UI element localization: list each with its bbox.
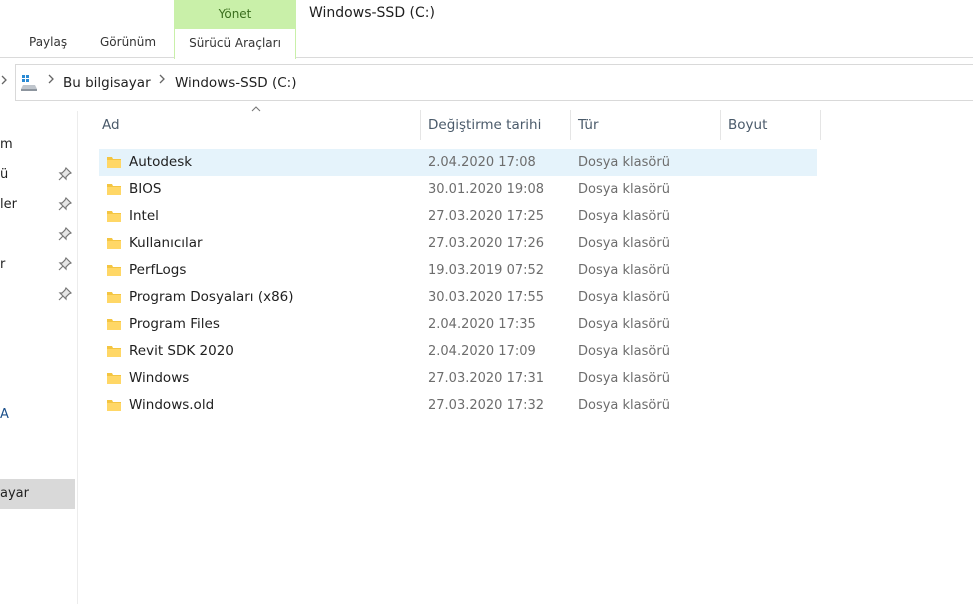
file-type: Dosya klasörü xyxy=(578,398,670,413)
file-name: BIOS xyxy=(129,181,162,197)
folder-icon xyxy=(106,236,122,250)
column-divider[interactable] xyxy=(720,110,721,140)
file-type: Dosya klasörü xyxy=(578,236,670,251)
file-type: Dosya klasörü xyxy=(578,155,670,170)
folder-icon xyxy=(106,263,122,277)
pin-icon xyxy=(58,226,73,241)
file-type: Dosya klasörü xyxy=(578,317,670,332)
file-date: 30.01.2020 19:08 xyxy=(428,182,545,197)
table-row[interactable]: Kullanıcılar 27.03.2020 17:26 Dosya klasör… xyxy=(99,230,817,257)
file-name: Program Files xyxy=(129,316,220,332)
file-type: Dosya klasörü xyxy=(578,182,670,197)
manage-context-header[interactable]: Yönet xyxy=(174,0,296,29)
table-row[interactable]: Autodesk 2.04.2020 17:08 Dosya klasörü xyxy=(99,149,817,176)
column-header-name[interactable]: Ad xyxy=(96,110,420,140)
nav-item-label[interactable]: r xyxy=(0,257,5,272)
file-date: 19.03.2019 07:52 xyxy=(428,263,545,278)
breadcrumb-drive[interactable]: Windows-SSD (C:) xyxy=(175,75,296,91)
file-name: Autodesk xyxy=(129,154,193,170)
breadcrumb-separator-icon[interactable] xyxy=(158,73,166,89)
table-row[interactable]: Program Files 2.04.2020 17:35 Dosya klasör… xyxy=(99,311,817,338)
file-date: 2.04.2020 17:09 xyxy=(428,344,536,359)
address-bar[interactable]: Bu bilgisayar Windows-SSD (C:) xyxy=(15,64,973,101)
file-name: Revit SDK 2020 xyxy=(129,343,234,359)
file-date: 27.03.2020 17:26 xyxy=(428,236,545,251)
pin-icon xyxy=(58,286,73,301)
folder-icon xyxy=(106,155,122,169)
column-divider[interactable] xyxy=(420,110,421,140)
file-name: Windows.old xyxy=(129,397,215,413)
file-list: Autodesk 2.04.2020 17:08 Dosya klasörü BIOS… xyxy=(99,149,817,419)
file-type: Dosya klasörü xyxy=(578,209,670,224)
folder-icon xyxy=(106,398,122,412)
file-date: 30.03.2020 17:55 xyxy=(428,290,545,305)
folder-icon xyxy=(106,182,122,196)
file-name: Intel xyxy=(129,208,159,224)
window-title: Windows-SSD (C:) xyxy=(309,5,435,21)
table-row[interactable]: Revit SDK 2020 2.04.2020 17:09 Dosya klasö… xyxy=(99,338,817,365)
ribbon: Yönet Paylaş Görünüm Sürücü Araçları Win… xyxy=(0,0,973,59)
column-header-date[interactable]: Değiştirme tarihi xyxy=(422,110,570,140)
file-name: Windows xyxy=(129,370,190,386)
file-type: Dosya klasörü xyxy=(578,263,670,278)
pin-icon xyxy=(58,256,73,271)
file-type: Dosya klasörü xyxy=(578,344,670,359)
file-date: 27.03.2020 17:32 xyxy=(428,398,545,413)
file-name: Kullanıcılar xyxy=(129,235,203,251)
column-header-size[interactable]: Boyut xyxy=(722,110,820,140)
file-date: 2.04.2020 17:08 xyxy=(428,155,536,170)
navigation-pane: m ü ler r A ayar xyxy=(0,111,78,604)
nav-item-label[interactable]: A xyxy=(0,407,9,422)
pin-icon xyxy=(58,166,73,181)
folder-icon xyxy=(106,344,122,358)
table-row[interactable]: Intel 27.03.2020 17:25 Dosya klasörü xyxy=(99,203,817,230)
tab-view[interactable]: Görünüm xyxy=(100,35,156,49)
file-date: 27.03.2020 17:25 xyxy=(428,209,545,224)
nav-item-this-pc-label[interactable]: ayar xyxy=(0,486,29,501)
folder-icon xyxy=(106,290,122,304)
table-row[interactable]: BIOS 30.01.2020 19:08 Dosya klasörü xyxy=(99,176,817,203)
column-header-type[interactable]: Tür xyxy=(572,110,720,140)
file-date: 27.03.2020 17:31 xyxy=(428,371,545,386)
table-row[interactable]: Program Dosyaları (x86) 30.03.2020 17:55 D… xyxy=(99,284,817,311)
tab-share[interactable]: Paylaş xyxy=(29,35,67,49)
file-date: 2.04.2020 17:35 xyxy=(428,317,536,332)
nav-item-label[interactable]: m xyxy=(0,137,13,152)
file-name: Program Dosyaları (x86) xyxy=(129,289,294,305)
breadcrumb-this-pc[interactable]: Bu bilgisayar xyxy=(63,75,151,91)
table-row[interactable]: PerfLogs 19.03.2019 07:52 Dosya klasörü xyxy=(99,257,817,284)
folder-icon xyxy=(106,371,122,385)
table-row[interactable]: Windows 27.03.2020 17:31 Dosya klasörü xyxy=(99,365,817,392)
breadcrumb-separator-icon[interactable] xyxy=(47,73,55,89)
column-divider[interactable] xyxy=(570,110,571,140)
file-type: Dosya klasörü xyxy=(578,371,670,386)
chevron-right-icon[interactable] xyxy=(0,74,8,89)
folder-icon xyxy=(106,317,122,331)
file-name: PerfLogs xyxy=(129,262,187,278)
nav-item-label[interactable]: ler xyxy=(0,197,17,212)
column-divider[interactable] xyxy=(820,110,821,140)
file-type: Dosya klasörü xyxy=(578,290,670,305)
folder-icon xyxy=(106,209,122,223)
table-row[interactable]: Windows.old 27.03.2020 17:32 Dosya klasörü xyxy=(99,392,817,419)
pin-icon xyxy=(58,196,73,211)
this-pc-icon xyxy=(20,74,38,92)
nav-item-label[interactable]: ü xyxy=(0,167,8,182)
tab-drive-tools[interactable]: Sürücü Araçları xyxy=(174,29,296,59)
